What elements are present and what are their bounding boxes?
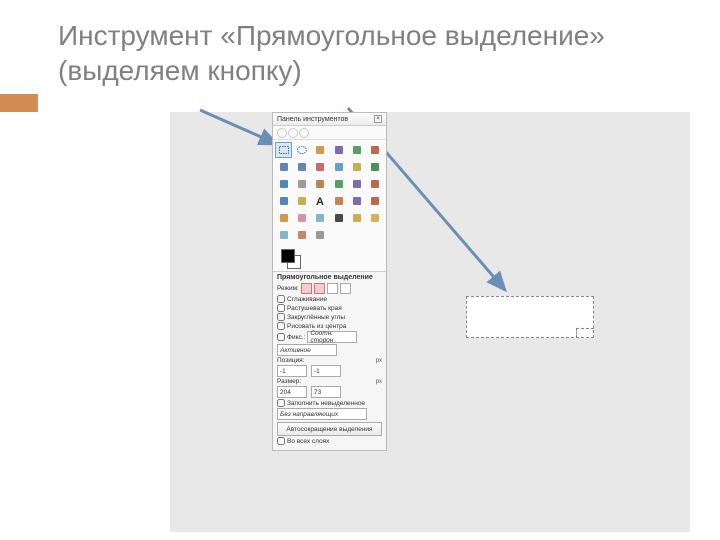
toolbox-titlebar: Панель инструментов × — [273, 113, 386, 126]
antialias-label: Сглаживание — [287, 296, 327, 303]
from-center-label: Рисовать из центра — [287, 323, 346, 330]
tool-clone[interactable] — [348, 210, 365, 226]
color-swatches[interactable] — [273, 245, 386, 271]
size-w-input[interactable]: 204 — [277, 386, 307, 398]
tool-zoom[interactable] — [330, 159, 347, 175]
fixed-checkbox[interactable] — [277, 333, 285, 341]
position-label: Позиция: — [277, 357, 305, 364]
tool-by-color-select[interactable] — [348, 142, 365, 158]
tool-ink[interactable] — [330, 210, 347, 226]
tool-dodge[interactable] — [312, 227, 329, 243]
from-center-checkbox[interactable] — [277, 322, 285, 330]
tool-text[interactable]: A — [312, 193, 329, 209]
feather-label: Растушевать края — [287, 305, 342, 312]
tool-paintbrush[interactable] — [275, 210, 292, 226]
tool-crop[interactable] — [293, 176, 310, 192]
tool-perspective[interactable] — [367, 176, 384, 192]
guides-select[interactable]: Без направляющих — [277, 408, 367, 420]
selection-handle[interactable] — [576, 328, 594, 338]
tool-airbrush[interactable] — [312, 210, 329, 226]
tool-blend[interactable] — [348, 193, 365, 209]
options-header: Прямоугольное выделение — [277, 274, 382, 281]
tool-ellipse-select[interactable] — [293, 142, 310, 158]
tool-scissors[interactable] — [367, 142, 384, 158]
tool-smudge[interactable] — [293, 227, 310, 243]
svg-text:A: A — [316, 196, 324, 207]
tool-rect-select[interactable] — [275, 142, 292, 158]
tool-bucket[interactable] — [330, 193, 347, 209]
tool-pencil[interactable] — [367, 193, 384, 209]
all-layers-checkbox[interactable] — [277, 437, 285, 445]
tool-free-select[interactable] — [312, 142, 329, 158]
rounded-label: Закруглённые углы — [287, 314, 345, 321]
mode-replace-button[interactable] — [301, 283, 312, 294]
selection-rectangle[interactable] — [466, 296, 594, 338]
all-layers-label: Во всех слоях — [287, 438, 329, 445]
canvas-area — [170, 112, 690, 532]
tool-paths[interactable] — [293, 159, 310, 175]
tool-grid: A — [273, 140, 386, 245]
tool-rotate[interactable] — [312, 176, 329, 192]
fixed-select[interactable]: Соотн. сторон — [307, 331, 357, 343]
tool-cage[interactable] — [293, 193, 310, 209]
fill-unselected-label: Заполнить невыделенное — [287, 400, 365, 407]
size-unit: px — [376, 379, 382, 385]
autoshrink-button[interactable]: Автосокращение выделения — [277, 422, 382, 436]
tool-heal[interactable] — [367, 210, 384, 226]
tool-flip[interactable] — [275, 193, 292, 209]
tool-eraser[interactable] — [293, 210, 310, 226]
size-h-input[interactable]: 73 — [311, 386, 341, 398]
active-dropdown[interactable]: Активное — [277, 344, 337, 356]
size-label: Размер: — [277, 378, 301, 385]
tool-color-picker[interactable] — [312, 159, 329, 175]
tool-scale[interactable] — [330, 176, 347, 192]
tool-move[interactable] — [367, 159, 384, 175]
tool-shear[interactable] — [348, 176, 365, 192]
accent-bar — [0, 94, 38, 112]
toolbox-window: Панель инструментов × A Прямоугольное вы… — [272, 112, 387, 451]
antialias-checkbox[interactable] — [277, 295, 285, 303]
tool-fuzzy-select[interactable] — [330, 142, 347, 158]
fill-unselected-checkbox[interactable] — [277, 399, 285, 407]
mode-intersect-button[interactable] — [340, 283, 351, 294]
close-icon[interactable]: × — [374, 115, 382, 123]
toolbox-title-text: Панель инструментов — [277, 116, 348, 123]
tool-foreground[interactable] — [275, 159, 292, 175]
mode-label: Режим: — [277, 285, 299, 292]
tool-measure[interactable] — [348, 159, 365, 175]
mode-add-button[interactable] — [314, 283, 325, 294]
tool-align[interactable] — [275, 176, 292, 192]
mode-subtract-button[interactable] — [327, 283, 338, 294]
page-title: Инструмент «Прямоугольное выделение» (вы… — [58, 18, 690, 88]
rounded-checkbox[interactable] — [277, 313, 285, 321]
logo-strip — [273, 126, 386, 140]
pos-x-input[interactable]: -1 — [277, 365, 307, 377]
pos-y-input[interactable]: -1 — [311, 365, 341, 377]
position-unit: px — [376, 358, 382, 364]
tool-options: Прямоугольное выделение Режим: Сглаживан… — [273, 271, 386, 450]
fixed-label: Фикс.: — [287, 334, 305, 341]
feather-checkbox[interactable] — [277, 304, 285, 312]
fg-color-swatch[interactable] — [281, 249, 295, 263]
tool-blur[interactable] — [275, 227, 292, 243]
